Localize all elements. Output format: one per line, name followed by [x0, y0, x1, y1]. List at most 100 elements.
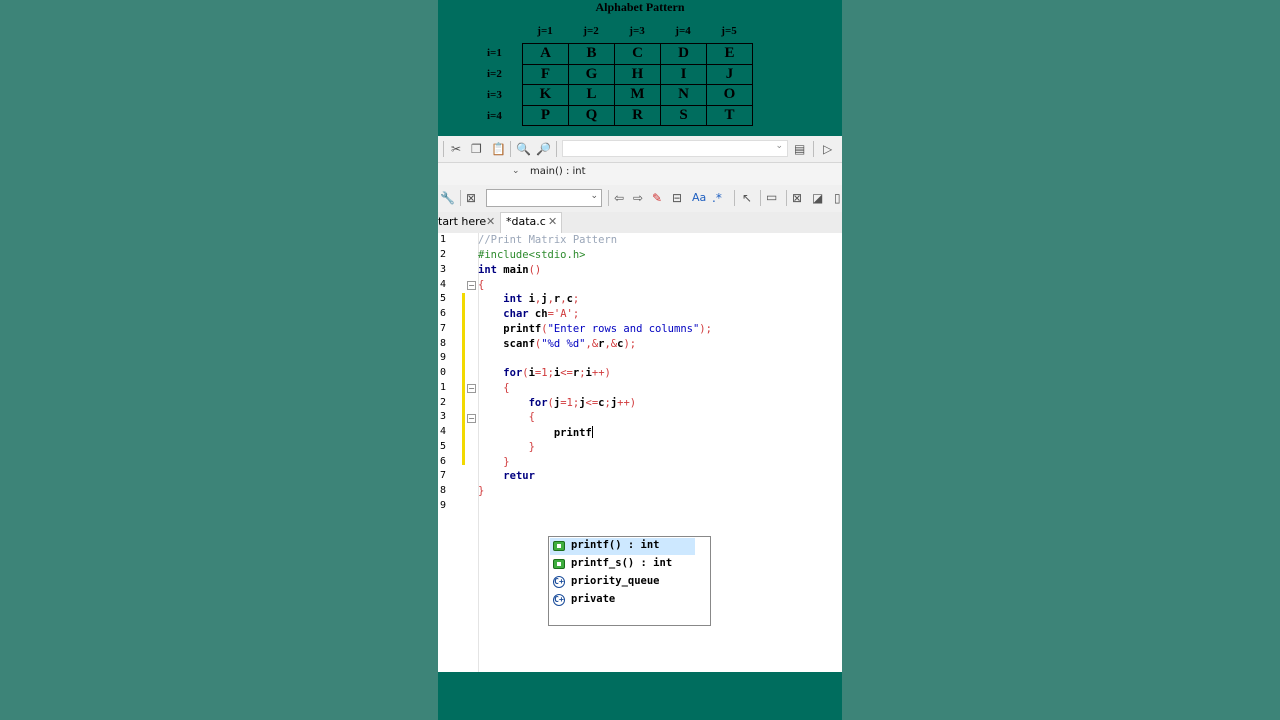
- overflow-icon[interactable]: ▯: [834, 191, 841, 205]
- typed-word: printf: [553, 427, 592, 439]
- code-line: {: [478, 279, 485, 291]
- fold-toggle[interactable]: −: [467, 384, 476, 393]
- diagram-icon[interactable]: ◪: [812, 191, 823, 205]
- line-number: 6: [440, 456, 447, 467]
- fold-toggle[interactable]: −: [467, 281, 476, 290]
- grid-cell: D: [660, 43, 707, 65]
- find-icon[interactable]: 🔍: [516, 142, 531, 156]
- line-number: 1: [440, 382, 447, 393]
- build-target-select[interactable]: ⌄: [562, 140, 788, 157]
- code-editor[interactable]: 1 2 3 4 5 6 7 8 9 0 1 2 3 4 5 6 7 8 9 −: [438, 233, 842, 672]
- arrow-right-icon[interactable]: ⇨: [633, 191, 643, 205]
- toolbar-separator: [734, 190, 735, 206]
- toolbar-separator: [510, 141, 511, 157]
- function-icon: [553, 541, 565, 551]
- code-line: retur: [503, 470, 535, 482]
- replace-icon[interactable]: 🔎: [536, 142, 551, 156]
- doc-icon[interactable]: ▤: [794, 142, 805, 156]
- clear-icon[interactable]: ⊠: [466, 191, 476, 205]
- regex-icon[interactable]: .*: [712, 191, 722, 205]
- pattern-title: Alphabet Pattern: [595, 0, 685, 14]
- grid-cell: P: [522, 104, 569, 126]
- keyword-icon: C+: [553, 594, 565, 606]
- line-number: 0: [440, 367, 447, 378]
- code-line: int i,j,r,c;: [503, 293, 580, 305]
- grid-cell: K: [522, 84, 569, 106]
- code-line: }: [528, 441, 535, 453]
- code-line: scanf("%d %d",&r,&c);: [503, 338, 637, 350]
- tab-data-c[interactable]: *data.c ✕: [500, 212, 562, 233]
- code-line: char ch='A';: [503, 308, 580, 320]
- editor-tab-bar: tart here ✕ *data.c ✕: [438, 212, 842, 234]
- toolbar-separator: [460, 190, 461, 206]
- ide-window: ✂ ❐ 📋 🔍 🔎 ⚙ ▶ ✱ ⟳ ⊠ ⌄ ▤ ▷ ⌄ main() : int…: [438, 136, 842, 672]
- change-marker: [462, 293, 465, 465]
- row-label: i=4: [487, 110, 502, 122]
- highlight-icon[interactable]: ✎: [652, 191, 662, 205]
- line-number: 8: [440, 338, 447, 349]
- line-number: 7: [440, 470, 447, 481]
- code-line: //Print Matrix Pattern: [478, 234, 618, 246]
- line-number: 2: [440, 249, 447, 260]
- line-number: 4: [440, 279, 447, 290]
- tab-start-here[interactable]: tart here: [438, 215, 486, 228]
- video-panel: Alphabet Pattern j=1 j=2 j=3 j=4 j=5 i=1…: [438, 0, 842, 720]
- grid-cell: S: [660, 104, 707, 126]
- grid-cell: C: [614, 43, 661, 65]
- grid-cell: A: [522, 43, 569, 65]
- cut-icon[interactable]: ✂: [451, 142, 461, 156]
- line-number: 4: [440, 426, 447, 437]
- rectangle-icon[interactable]: ▭: [766, 190, 777, 204]
- autocomplete-item[interactable]: C+ priority_queue: [550, 574, 695, 591]
- grid-cell: R: [614, 104, 661, 126]
- grid-cell: L: [568, 84, 615, 106]
- toolbar-separator: [813, 141, 814, 157]
- code-line: }: [503, 456, 510, 468]
- grid-icon[interactable]: ⊠: [792, 191, 802, 205]
- debug-run-icon[interactable]: ▷: [823, 142, 832, 156]
- copy-icon[interactable]: ❐: [471, 142, 482, 156]
- pattern-grid: A B C D E F G H I J K L M N O P Q R S T: [522, 43, 753, 126]
- selected-text-icon[interactable]: ⊟: [672, 191, 682, 205]
- autocomplete-label: printf_s() : int: [571, 557, 673, 569]
- chevron-down-icon[interactable]: ⌄: [512, 166, 520, 176]
- line-number: 3: [440, 411, 447, 422]
- grid-cell: F: [522, 63, 569, 85]
- grid-cell: O: [706, 84, 753, 106]
- toolbar-separator: [608, 190, 609, 206]
- grid-cell: I: [660, 63, 707, 85]
- fold-toggle[interactable]: −: [467, 414, 476, 423]
- row-label: i=2: [487, 68, 502, 80]
- line-number: 7: [440, 323, 447, 334]
- row-label: i=3: [487, 89, 502, 101]
- close-icon[interactable]: ✕: [548, 215, 557, 228]
- autocomplete-item[interactable]: C+ private: [550, 592, 695, 609]
- toolbar-separator: [556, 141, 557, 157]
- code-line: int main(): [478, 264, 542, 276]
- column-label: j=1: [537, 25, 553, 37]
- autocomplete-item[interactable]: printf_s() : int: [550, 556, 695, 573]
- close-icon[interactable]: ✕: [486, 215, 495, 228]
- column-label: j=5: [721, 25, 737, 37]
- line-number: 3: [440, 264, 447, 275]
- tab-label: *data.c: [506, 215, 546, 228]
- line-number: 9: [440, 352, 447, 363]
- wrench-icon[interactable]: 🔧: [440, 191, 455, 205]
- match-case-icon[interactable]: Aa: [692, 191, 706, 205]
- column-label: j=2: [583, 25, 599, 37]
- code-line: printf: [478, 426, 593, 439]
- paste-icon[interactable]: 📋: [491, 142, 506, 156]
- arrow-left-icon[interactable]: ⇦: [614, 191, 624, 205]
- line-number: 9: [440, 500, 447, 511]
- keyword-icon: C+: [553, 576, 565, 588]
- row-label: i=1: [487, 47, 502, 59]
- autocomplete-item[interactable]: printf() : int: [550, 538, 695, 555]
- line-number: 1: [440, 234, 447, 245]
- search-input[interactable]: ⌄: [486, 189, 602, 207]
- toolbar-separator: [760, 190, 761, 206]
- main-toolbar: ✂ ❐ 📋 🔍 🔎 ⚙ ▶ ✱ ⟳ ⊠ ⌄ ▤ ▷: [438, 136, 842, 163]
- line-number: 8: [440, 485, 447, 496]
- code-line: }: [478, 485, 485, 497]
- function-selector[interactable]: main() : int: [530, 166, 586, 177]
- pointer-icon[interactable]: ↖: [742, 191, 752, 205]
